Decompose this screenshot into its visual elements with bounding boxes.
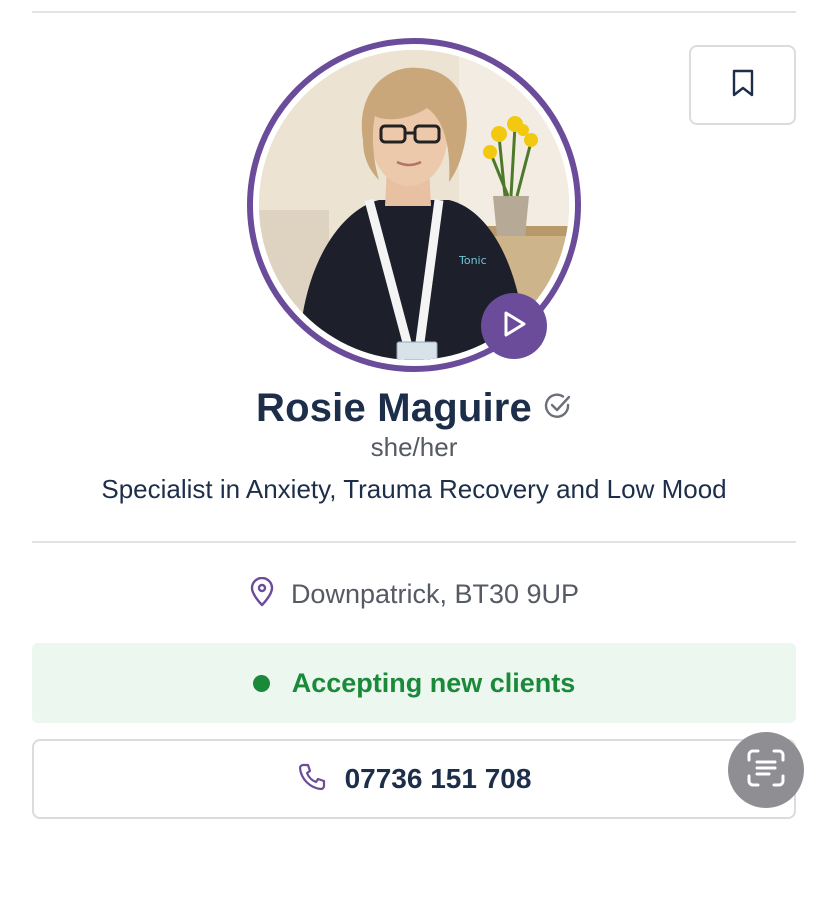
map-pin-icon [249,576,275,612]
therapist-profile-card: Tonic Rosie Maguire she/her Specialist i… [0,0,828,909]
section-divider [32,541,796,543]
call-phone-button[interactable]: 07736 151 708 [32,739,796,819]
scan-text-button[interactable] [728,732,804,808]
availability-text: Accepting new clients [291,667,576,698]
specialty-tagline: Specialist in Anxiety, Trauma Recovery a… [101,474,727,504]
avatar-container: Tonic [247,38,581,372]
scan-text-icon [745,747,787,794]
phone-icon [297,762,327,797]
play-video-button[interactable] [481,293,547,359]
check-circle-icon [544,392,572,425]
top-divider [32,11,796,13]
name-row: Rosie Maguire [0,380,828,436]
therapist-name: Rosie Maguire [256,385,532,430]
phone-number: 07736 151 708 [344,763,532,794]
status-dot [252,674,270,692]
svg-text:Tonic: Tonic [458,254,487,267]
pronouns: she/her [370,432,458,462]
location-text: Downpatrick, BT30 9UP [290,578,580,609]
availability-banner: Accepting new clients [32,643,796,723]
bookmark-button[interactable] [689,45,796,125]
bookmark-icon [730,68,756,103]
play-icon [501,310,527,343]
location-row: Downpatrick, BT30 9UP [0,574,828,614]
